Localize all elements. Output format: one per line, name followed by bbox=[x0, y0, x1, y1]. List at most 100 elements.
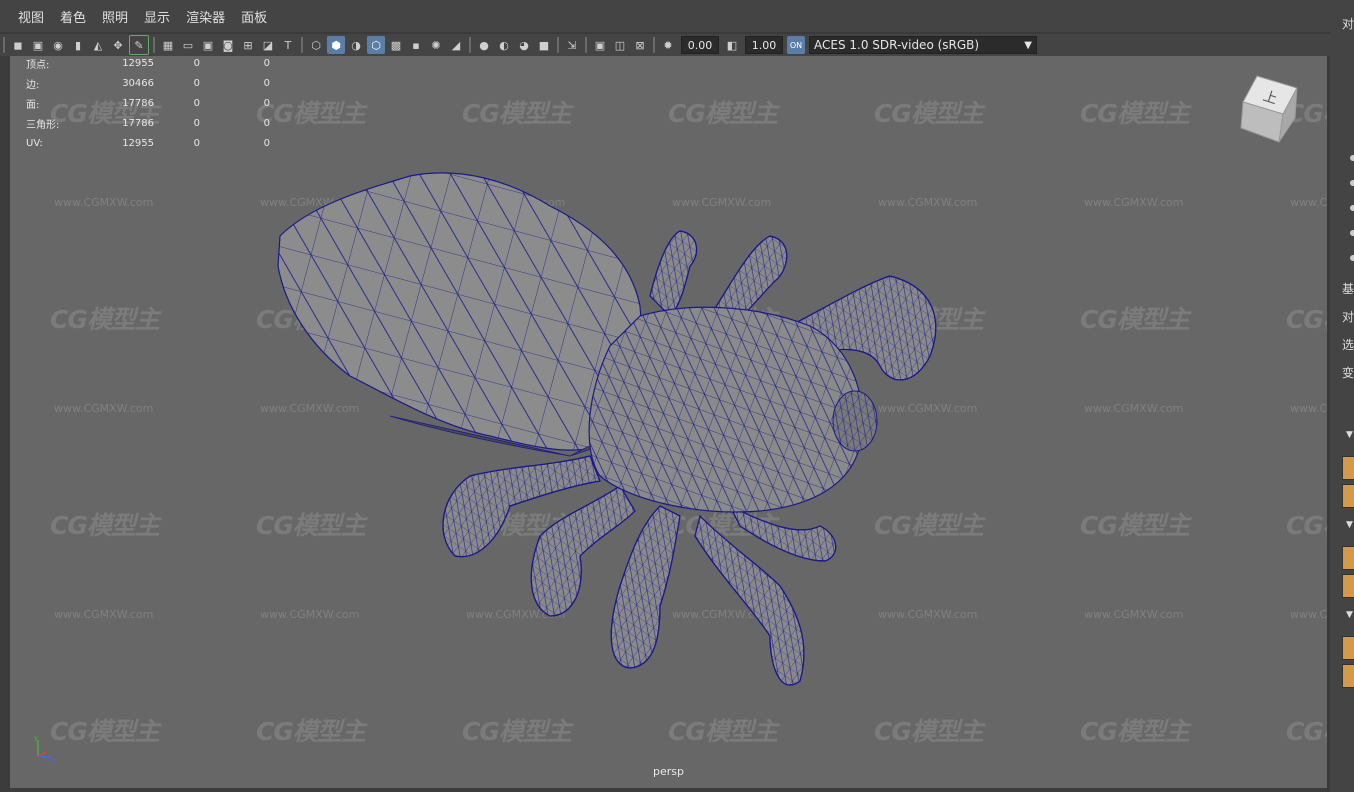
radio-icon[interactable] bbox=[1350, 155, 1354, 161]
film-gate-icon[interactable]: ▭ bbox=[179, 36, 197, 54]
gate-mask-icon[interactable]: ◙ bbox=[219, 36, 237, 54]
colorspace-value: ACES 1.0 SDR-video (sRGB) bbox=[814, 38, 980, 52]
panel-label: 选 bbox=[1342, 338, 1354, 352]
toolbar-separator bbox=[653, 37, 655, 53]
hud-value: 0 bbox=[263, 57, 270, 69]
radio-icon[interactable] bbox=[1350, 205, 1354, 211]
safe-title-icon[interactable]: T bbox=[279, 36, 297, 54]
hud-row: 顶点: 12955 0 0 bbox=[26, 56, 270, 73]
toolbar-separator bbox=[301, 37, 303, 53]
svg-text:y: y bbox=[34, 734, 38, 742]
image-plane-icon[interactable]: ◭ bbox=[89, 36, 107, 54]
3d-viewport[interactable]: CG模型主CG模型主CG模型主CG模型主CG模型主CG模型主CG模型主CG模型主… bbox=[10, 56, 1327, 788]
color-mgmt-icon[interactable]: ON bbox=[787, 36, 805, 54]
svg-text:z: z bbox=[52, 757, 56, 764]
ambient-occlusion-icon[interactable]: ● bbox=[475, 36, 493, 54]
gamma-field[interactable]: 1.00 bbox=[745, 36, 783, 54]
hud-label: 三角形: bbox=[26, 119, 60, 131]
smooth-shade-icon[interactable]: ⬢ bbox=[327, 36, 345, 54]
chevron-down-icon: ▼ bbox=[1024, 39, 1032, 51]
radio-icon[interactable] bbox=[1350, 255, 1354, 261]
toolbar-separator bbox=[153, 37, 155, 53]
menu-item-4[interactable]: 渲染器 bbox=[178, 7, 233, 26]
2d-pan-icon[interactable]: ✥ bbox=[109, 36, 127, 54]
wireframe-icon[interactable]: ⬡ bbox=[307, 36, 325, 54]
hud-label: 面: bbox=[26, 99, 40, 111]
radio-icon[interactable] bbox=[1350, 180, 1354, 186]
textured-icon[interactable]: ▪ bbox=[407, 36, 425, 54]
shadows-icon[interactable]: ◢ bbox=[447, 36, 465, 54]
shelf-object-icon[interactable] bbox=[1342, 546, 1354, 570]
bottom-border bbox=[10, 788, 1327, 792]
viewport-toolbar: ◼ ▣ ◉ ▮ ◭ ✥ ✎ ▦ ▭ ▣ ◙ ⊞ ◪ T ⬡ ⬢ ◑ ⬡ ▩ ▪ … bbox=[0, 34, 1330, 56]
shelf-object-icon[interactable] bbox=[1342, 664, 1354, 688]
hud-label: 顶点: bbox=[26, 59, 50, 71]
isolate-select-icon[interactable]: ⇲ bbox=[563, 36, 581, 54]
menu-item-5[interactable]: 面板 bbox=[233, 7, 275, 26]
default-material-icon[interactable]: ◑ bbox=[347, 36, 365, 54]
toolbar-separator bbox=[557, 37, 559, 53]
section-expand-icon[interactable]: ▼ bbox=[1346, 520, 1353, 530]
hud-value: 0 bbox=[193, 77, 200, 89]
section-expand-icon[interactable]: ▼ bbox=[1346, 610, 1353, 620]
xray-icon[interactable]: ▩ bbox=[387, 36, 405, 54]
backface-icon[interactable]: ⊠ bbox=[631, 36, 649, 54]
hud-row: 三角形: 17786 0 0 bbox=[26, 113, 270, 133]
hud-value: 0 bbox=[193, 117, 200, 129]
xray-joints-icon[interactable]: ▣ bbox=[591, 36, 609, 54]
hud-row: 边: 30466 0 0 bbox=[26, 73, 270, 93]
hud-value: 30466 bbox=[122, 77, 154, 89]
exposure-field[interactable]: 0.00 bbox=[681, 36, 719, 54]
motion-blur-icon[interactable]: ◐ bbox=[495, 36, 513, 54]
resolution-gate-icon[interactable]: ▣ bbox=[199, 36, 217, 54]
anti-alias-icon[interactable]: ◕ bbox=[515, 36, 533, 54]
menu-item-0[interactable]: 视图 bbox=[0, 7, 52, 26]
camera-label: persp bbox=[653, 765, 684, 778]
shelf-object-icon[interactable] bbox=[1342, 574, 1354, 598]
shelf-object-icon[interactable] bbox=[1342, 636, 1354, 660]
hud-value: 12955 bbox=[122, 137, 154, 149]
colorspace-dropdown[interactable]: ACES 1.0 SDR-video (sRGB) ▼ bbox=[809, 36, 1037, 54]
field-chart-icon[interactable]: ⊞ bbox=[239, 36, 257, 54]
section-expand-icon[interactable]: ▼ bbox=[1346, 430, 1353, 440]
shelf-object-icon[interactable] bbox=[1342, 484, 1354, 508]
grid-icon[interactable]: ▦ bbox=[159, 36, 177, 54]
hud-value: 0 bbox=[263, 117, 270, 129]
menu-item-2[interactable]: 照明 bbox=[94, 7, 136, 26]
hud-value: 0 bbox=[193, 57, 200, 69]
spider-wireframe-mesh[interactable] bbox=[10, 56, 1327, 788]
bookmark-icon[interactable]: ▮ bbox=[69, 36, 87, 54]
menu-bar: 视图 着色 照明 显示 渲染器 面板 bbox=[0, 0, 1330, 32]
exposure-icon[interactable]: ✹ bbox=[659, 36, 677, 54]
radio-icon[interactable] bbox=[1350, 230, 1354, 236]
panel-label: 基 bbox=[1342, 282, 1354, 296]
camera-lock-icon[interactable]: ▣ bbox=[29, 36, 47, 54]
toolbar-separator bbox=[585, 37, 587, 53]
hud-value: 0 bbox=[193, 137, 200, 149]
viewcube[interactable]: 上 bbox=[1237, 74, 1299, 144]
hud-value: 0 bbox=[263, 137, 270, 149]
hud-value: 12955 bbox=[122, 57, 154, 69]
safe-action-icon[interactable]: ◪ bbox=[259, 36, 277, 54]
xray-active-icon[interactable]: ◫ bbox=[611, 36, 629, 54]
shelf-object-icon[interactable] bbox=[1342, 456, 1354, 480]
gamma-icon[interactable]: ◧ bbox=[723, 36, 741, 54]
grease-pencil-icon[interactable]: ✎ bbox=[129, 35, 149, 55]
hud-label: 边: bbox=[26, 79, 40, 91]
menu-item-3[interactable]: 显示 bbox=[136, 7, 178, 26]
camera-attr-icon[interactable]: ◉ bbox=[49, 36, 67, 54]
hud-value: 17786 bbox=[122, 97, 154, 109]
wireframe-on-shaded-icon[interactable]: ⬡ bbox=[367, 36, 385, 54]
hud-value: 0 bbox=[193, 97, 200, 109]
camera-select-icon[interactable]: ◼ bbox=[9, 36, 27, 54]
hud-row: 面: 17786 0 0 bbox=[26, 93, 270, 113]
toolbar-separator bbox=[3, 37, 5, 53]
depth-of-field-icon[interactable]: ■ bbox=[535, 36, 553, 54]
lights-icon[interactable]: ✺ bbox=[427, 36, 445, 54]
poly-count-hud: 顶点: 12955 0 0 边: 30466 0 0 面: 17786 0 0 三角形: 17786 0 0 U… bbox=[26, 56, 270, 153]
panel-label: 对 bbox=[1342, 17, 1354, 31]
spider-abdomen bbox=[277, 172, 642, 457]
hud-row: UV: 12955 0 0 bbox=[26, 133, 270, 153]
hud-value: 0 bbox=[263, 77, 270, 89]
menu-item-1[interactable]: 着色 bbox=[52, 7, 94, 26]
